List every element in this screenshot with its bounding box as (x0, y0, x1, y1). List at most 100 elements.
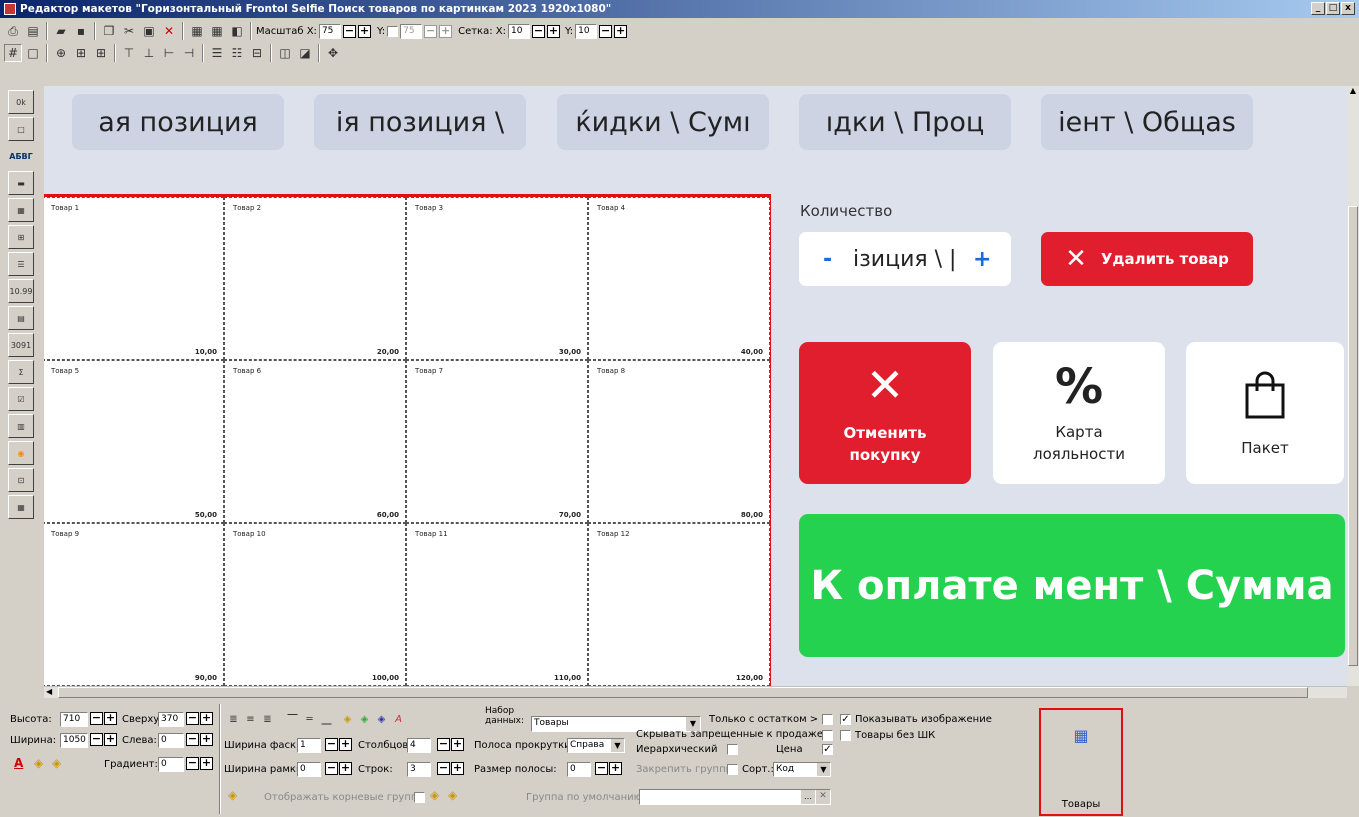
cols-minus[interactable]: − (437, 738, 450, 751)
stripe-input[interactable]: 0 (567, 762, 591, 777)
only-stock-checkbox[interactable] (822, 714, 833, 725)
price-checkbox[interactable]: ✓ (822, 744, 833, 755)
goods-cell[interactable]: Товар 7 70,00 (406, 360, 588, 523)
scale-y-minus[interactable]: − (424, 24, 438, 38)
valign-bottom-icon[interactable]: ⎽ (319, 713, 334, 728)
distribute-icon-1[interactable]: ☰ (208, 44, 226, 62)
frame-icon[interactable]: □ (24, 44, 42, 62)
goods-cell[interactable]: Товар 5 50,00 (44, 360, 224, 523)
grid-tool-icon[interactable]: ▦ (8, 495, 34, 519)
scale-y-checkbox[interactable] (387, 25, 399, 37)
width-minus[interactable]: − (90, 733, 103, 746)
stripe-plus[interactable]: + (609, 762, 622, 775)
align-left-icon[interactable]: ⊢ (160, 44, 178, 62)
ellipsis-icon[interactable]: … (801, 790, 815, 804)
preview-icon[interactable]: ▤ (24, 22, 42, 40)
fill-green-icon[interactable]: ◈ (357, 713, 372, 728)
top-minus[interactable]: − (186, 712, 199, 725)
grid-y-minus[interactable]: − (599, 24, 613, 38)
grid-x-input[interactable]: 10 (508, 23, 530, 39)
minimize-button[interactable]: _ (1311, 2, 1325, 15)
left-plus[interactable]: + (200, 733, 213, 746)
button-tool-icon[interactable]: 0k (8, 90, 34, 114)
chevron-down-icon[interactable]: ▼ (611, 739, 624, 752)
hierarchical-checkbox[interactable] (727, 744, 738, 755)
no-barcode-checkbox[interactable] (840, 730, 851, 741)
checkbox-tool-icon[interactable]: ☑ (8, 387, 34, 411)
fill-color-2-icon[interactable]: ◈ (52, 756, 61, 770)
scroll-up-icon[interactable]: ▲ (1347, 86, 1359, 98)
scale-x-plus[interactable]: + (357, 24, 371, 38)
gradient-input[interactable]: 0 (158, 757, 184, 772)
scroll-select[interactable]: Справа ▼ (567, 738, 625, 753)
same-size-icon-2[interactable]: ⊞ (92, 44, 110, 62)
clear-icon[interactable]: ✕ (816, 790, 830, 804)
pin-groups-checkbox[interactable] (727, 764, 738, 775)
text-tool-icon[interactable]: АБВГ (8, 144, 34, 168)
center-icon[interactable]: ⊕ (52, 44, 70, 62)
fill-blue-icon[interactable]: ◈ (374, 713, 389, 728)
vertical-scroll-thumb[interactable] (1348, 206, 1358, 666)
font-icon[interactable]: A (391, 713, 406, 728)
valign-middle-icon[interactable]: ═ (302, 713, 317, 728)
valign-top-icon[interactable]: ⎺ (285, 713, 300, 728)
delete-icon[interactable]: ✕ (160, 22, 178, 40)
goods-tool-icon[interactable]: ▦ (8, 198, 34, 222)
top-pill-5[interactable]: іент \ Общаs (1041, 94, 1253, 150)
goods-cell[interactable]: Товар 6 60,00 (224, 360, 406, 523)
tree-tool-icon[interactable]: ⊞ (8, 225, 34, 249)
number-tool-icon[interactable]: 10.99 (8, 279, 34, 303)
maximize-button[interactable]: □ (1326, 2, 1340, 15)
top-pill-4[interactable]: ıдки \ Проц (799, 94, 1011, 150)
goods-cell[interactable]: Товар 11 110,00 (406, 523, 588, 686)
grid-toggle-icon[interactable]: # (4, 44, 22, 62)
top-input[interactable]: 370 (158, 712, 184, 727)
send-back-icon[interactable]: ◪ (296, 44, 314, 62)
sort-select[interactable]: Код ▼ (773, 762, 831, 777)
height-input[interactable]: 710 (60, 712, 88, 727)
save-icon[interactable]: ▪ (72, 22, 90, 40)
cut-icon[interactable]: ✂ (120, 22, 138, 40)
fill-root-icon[interactable]: ◈ (228, 788, 237, 802)
vertical-scrollbar[interactable]: ▲ (1347, 86, 1359, 686)
close-button[interactable]: x (1341, 2, 1355, 15)
copy-icon[interactable]: ❐ (100, 22, 118, 40)
grid-y-plus[interactable]: + (614, 24, 628, 38)
table-tool-icon[interactable]: ▤ (8, 306, 34, 330)
scale-x-input[interactable]: 75 (318, 23, 341, 39)
root-groups-checkbox[interactable] (414, 792, 425, 803)
frame-plus[interactable]: + (339, 762, 352, 775)
fill-color-icon[interactable]: ◈ (34, 756, 43, 770)
rows-plus[interactable]: + (451, 762, 464, 775)
goods-cell[interactable]: Товар 8 80,00 (588, 360, 770, 523)
pay-button[interactable]: К оплате мент \ Сумма (799, 514, 1345, 657)
width-plus[interactable]: + (104, 733, 117, 746)
font-color-icon[interactable]: A (14, 756, 23, 770)
top-pill-3[interactable]: ќидки \ Сумı (557, 94, 769, 150)
design-canvas[interactable]: ая позиция ія позиция \ ќидки \ Сумı ıдк… (44, 86, 1347, 686)
align-right-text-icon[interactable]: ≣ (260, 713, 275, 728)
distribute-icon-2[interactable]: ☷ (228, 44, 246, 62)
grid-x-plus[interactable]: + (547, 24, 560, 38)
height-minus[interactable]: − (90, 712, 103, 725)
align-top-icon[interactable]: ⊤ (120, 44, 138, 62)
frame-input[interactable]: 0 (297, 762, 321, 777)
bring-front-icon[interactable]: ◫ (276, 44, 294, 62)
top-pill-2[interactable]: ія позиция \ (314, 94, 526, 150)
move-icon[interactable]: ✥ (324, 44, 342, 62)
hierarchy-tool-icon[interactable]: ⊡ (8, 468, 34, 492)
info-tool-icon[interactable]: 3091 (8, 333, 34, 357)
same-size-icon[interactable]: ⊞ (72, 44, 90, 62)
goods-grid[interactable]: Товар 1 10,00 Товар 2 20,00 Товар 3 30,00 Т… (44, 194, 771, 686)
quantity-minus-button[interactable]: - (823, 247, 853, 272)
bevel-input[interactable]: 1 (297, 738, 321, 753)
list-tool-icon[interactable]: ☰ (8, 252, 34, 276)
layout-icon-1[interactable]: ▦ (188, 22, 206, 40)
top-pill-1[interactable]: ая позиция (72, 94, 284, 150)
left-input[interactable]: 0 (158, 733, 184, 748)
horizontal-scroll-thumb[interactable] (58, 687, 1308, 698)
image-tool-icon[interactable]: ▬ (8, 171, 34, 195)
cols-plus[interactable]: + (451, 738, 464, 751)
goods-cell[interactable]: Товар 10 100,00 (224, 523, 406, 686)
gradient-plus[interactable]: + (200, 757, 213, 770)
